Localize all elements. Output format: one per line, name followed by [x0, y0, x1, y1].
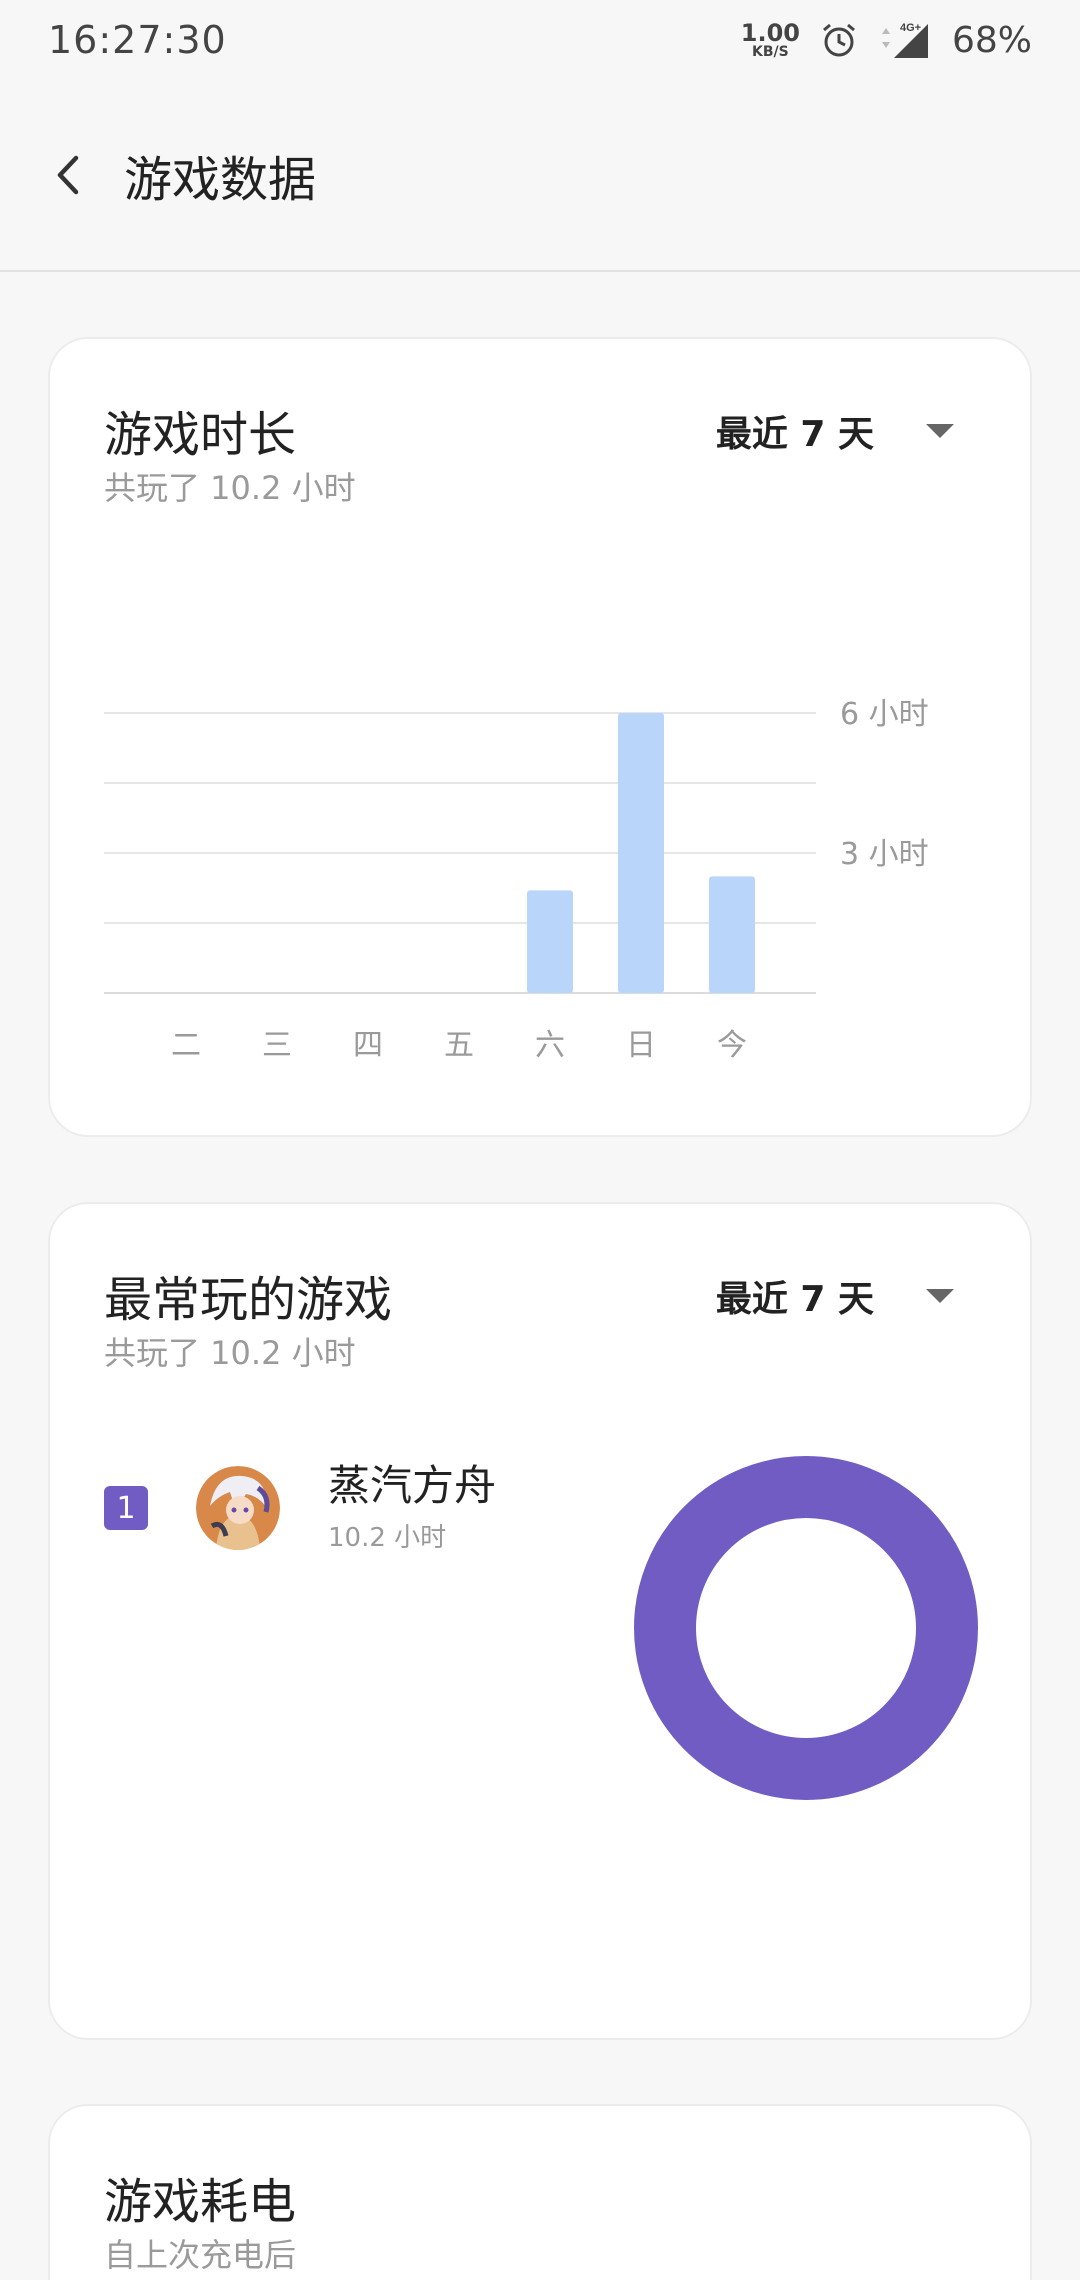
x-tick-label: 六	[535, 1028, 565, 1063]
x-tick-label: 二	[171, 1028, 201, 1063]
alarm-icon	[823, 23, 855, 57]
game-power-card: 游戏耗电 自上次充电后	[48, 2104, 1032, 2280]
game-power-subtitle: 自上次充电后	[104, 2236, 297, 2274]
most-played-title: 最常玩的游戏	[104, 1272, 393, 1328]
net-speed-unit: KB/S	[752, 44, 789, 60]
chevron-left-icon	[57, 155, 79, 195]
most-played-range-dropdown[interactable]: 最近 7 天	[716, 1270, 954, 1322]
games-donut-chart	[634, 1456, 978, 1800]
y-tick-label: 3 小时	[840, 837, 929, 872]
y-tick-label: 6 小时	[840, 697, 929, 732]
bar-7	[709, 876, 755, 993]
battery-percent: 68%	[951, 19, 1032, 61]
network-type: 4G+	[900, 22, 921, 34]
game-app-icon	[196, 1466, 280, 1550]
status-time: 16:27:30	[48, 18, 227, 62]
x-tick-label: 四	[353, 1028, 383, 1063]
bar-6	[618, 713, 664, 993]
net-speed: 1.00 KB/S	[741, 21, 800, 59]
play-time-card: 游戏时长 共玩了 10.2 小时 最近 7 天 6 小时 3 小时二三四五六日今	[48, 337, 1032, 1137]
status-bar: 16:27:30 1.00 KB/S 4G+ 68%	[0, 0, 1080, 80]
game-power-title: 游戏耗电	[104, 2174, 297, 2230]
dropdown-arrow-icon	[926, 1289, 954, 1303]
most-played-subtitle: 共玩了 10.2 小时	[104, 1334, 356, 1372]
play-time-bar-chart: 6 小时 3 小时二 三 四 五 六 日 今	[104, 697, 929, 1063]
x-tick-label: 日	[626, 1028, 656, 1063]
bar-5	[527, 890, 573, 993]
page-title: 游戏数据	[124, 152, 317, 208]
x-tick-label: 今	[717, 1028, 747, 1063]
x-tick-label: 三	[262, 1028, 292, 1063]
x-tick-label: 五	[444, 1028, 474, 1063]
back-button[interactable]	[36, 143, 100, 207]
app-bar: 游戏数据	[0, 80, 1080, 272]
donut-slice-1	[634, 1456, 978, 1800]
game-info: 蒸汽方舟 10.2 小时	[328, 1452, 496, 1554]
game-list-item[interactable]: 1 蒸汽方舟 10.2 小时	[104, 1461, 496, 1554]
status-icons: 1.00 KB/S 4G+ 68%	[741, 20, 1032, 61]
most-played-card: 最常玩的游戏 共玩了 10.2 小时 最近 7 天 1 蒸汽方舟 10.2 小时	[48, 1202, 1032, 2040]
game-name: 蒸汽方舟	[328, 1461, 497, 1510]
signal-icon: 4G+	[881, 22, 928, 58]
net-speed-value: 1.00	[740, 19, 800, 47]
rank-badge: 1	[104, 1486, 148, 1530]
game-play-time: 10.2 小时	[328, 1523, 447, 1553]
range-label: 最近 7 天	[715, 1279, 874, 1320]
